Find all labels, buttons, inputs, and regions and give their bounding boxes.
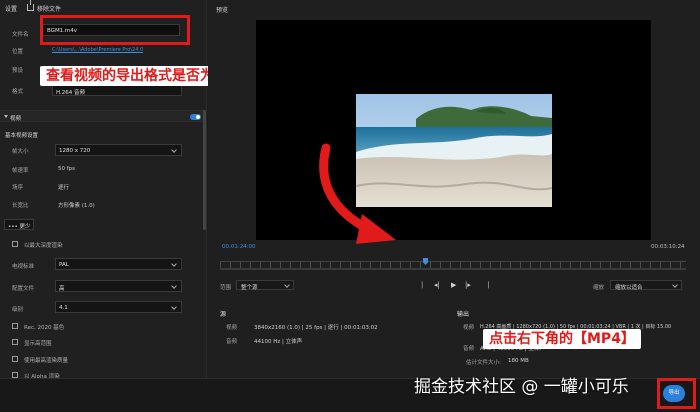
source-title: 源 [220,311,227,318]
hdr-checkbox[interactable] [12,339,18,345]
hdr-label: 显示高范围 [24,341,52,347]
preview-panel: 预览 [208,0,700,378]
field-order-label: 场序 [12,185,24,191]
max-depth-label: 以最大深度渲染 [24,243,63,249]
watermark: 掘金技术社区 @ 一罐小可乐 [414,377,629,397]
output-audio-label: 音频 [463,346,475,352]
chevron-down-icon [672,282,678,288]
source-audio-label: 音频 [226,339,238,345]
range-label: 范围 [220,285,232,291]
file-name-label: 文件名 [12,32,29,38]
export-annotation: 点击右下角的【MP4】 [483,329,641,349]
settings-panel: 设置 移除文件 文件名 BGM1.m4v 位置 C:\Users\...\Ado… [0,0,207,380]
scale-select[interactable]: 缩放以适合 [610,280,682,291]
chevron-down-icon [171,261,177,267]
video-section-header[interactable]: 视频 [0,110,207,122]
max-quality-checkbox[interactable] [12,356,18,362]
range-bar[interactable] [220,268,686,270]
upload-icon [27,0,35,11]
settings-tab[interactable]: 设置 [5,4,17,13]
mark-out-icon[interactable]: ⎹ [482,281,489,290]
basic-video-settings-title: 基本视频设置 [5,133,39,139]
tv-standard-select[interactable]: PAL [55,258,182,270]
chevron-down-icon [171,147,177,153]
mark-in-icon[interactable]: ⎸ [422,281,429,290]
annotation-arrow [319,143,396,244]
rec2020-checkbox[interactable] [12,323,18,329]
max-depth-checkbox[interactable] [12,241,18,247]
level-label: 级别 [12,307,24,313]
file-name-highlight [40,15,190,45]
remove-file-button[interactable]: 移除文件 [27,0,61,13]
aspect-value: 方形像素 (1.0) [58,203,95,209]
collapse-icon [4,115,8,118]
file-size-value: 180 MB [508,358,529,364]
range-select[interactable]: 整个源 [236,280,294,291]
current-timecode[interactable]: 00:01:24:00 [222,244,256,250]
level-select[interactable]: 4.1 [55,301,182,313]
settings-header: 设置 移除文件 [5,0,61,13]
location-label: 位置 [12,49,24,55]
output-title: 输出 [457,311,470,318]
source-video-label: 视频 [226,325,238,331]
step-forward-icon[interactable]: |▸ [465,281,471,289]
file-size-label: 估计文件大小: [466,360,501,366]
format-label: 格式 [12,89,24,95]
frame-rate-label: 帧速率 [12,168,29,174]
max-quality-label: 使用最高渲染质量 [24,358,69,364]
location-link[interactable]: C:\Users\...\Adobe\Premiere Pro\24.0 [52,47,143,53]
rec2020-label: Rec. 2020 基色 [24,325,65,331]
timeline-scrubber[interactable] [220,252,686,262]
profile-label: 配置文件 [12,286,35,292]
settings-scrollbar[interactable] [203,110,206,230]
end-timecode: 00:03:10:24 [651,244,685,250]
chevron-down-icon [171,304,177,310]
profile-select[interactable]: 高 [55,280,182,292]
play-icon[interactable]: ▶ [451,281,456,289]
field-order-value: 逐行 [58,185,70,191]
frame-size-select[interactable]: 1280 x 720 [55,144,182,156]
video-toggle[interactable] [190,114,201,120]
source-audio-value: 44100 Hz | 立体声 [254,339,303,345]
step-back-icon[interactable]: ◂| [434,281,440,289]
export-highlight [657,378,696,409]
frame-rate-value: 50 fps [58,166,76,172]
preview-title: 预览 [216,7,229,14]
source-video-value: 3840x2160 (1.0) | 25 fps | 逐行 | 00:01:03… [254,325,378,331]
chevron-down-icon [284,282,290,288]
aspect-label: 长宽比 [12,203,29,209]
chevron-down-icon [171,283,177,289]
output-video-label: 视频 [463,325,475,331]
scale-label: 缩放 [593,285,605,291]
less-button[interactable]: ••• 更少 [4,219,34,230]
preset-label: 预设 [12,68,24,74]
frame-size-label: 帧大小 [12,149,29,155]
tv-standard-label: 电视标准 [12,264,35,270]
